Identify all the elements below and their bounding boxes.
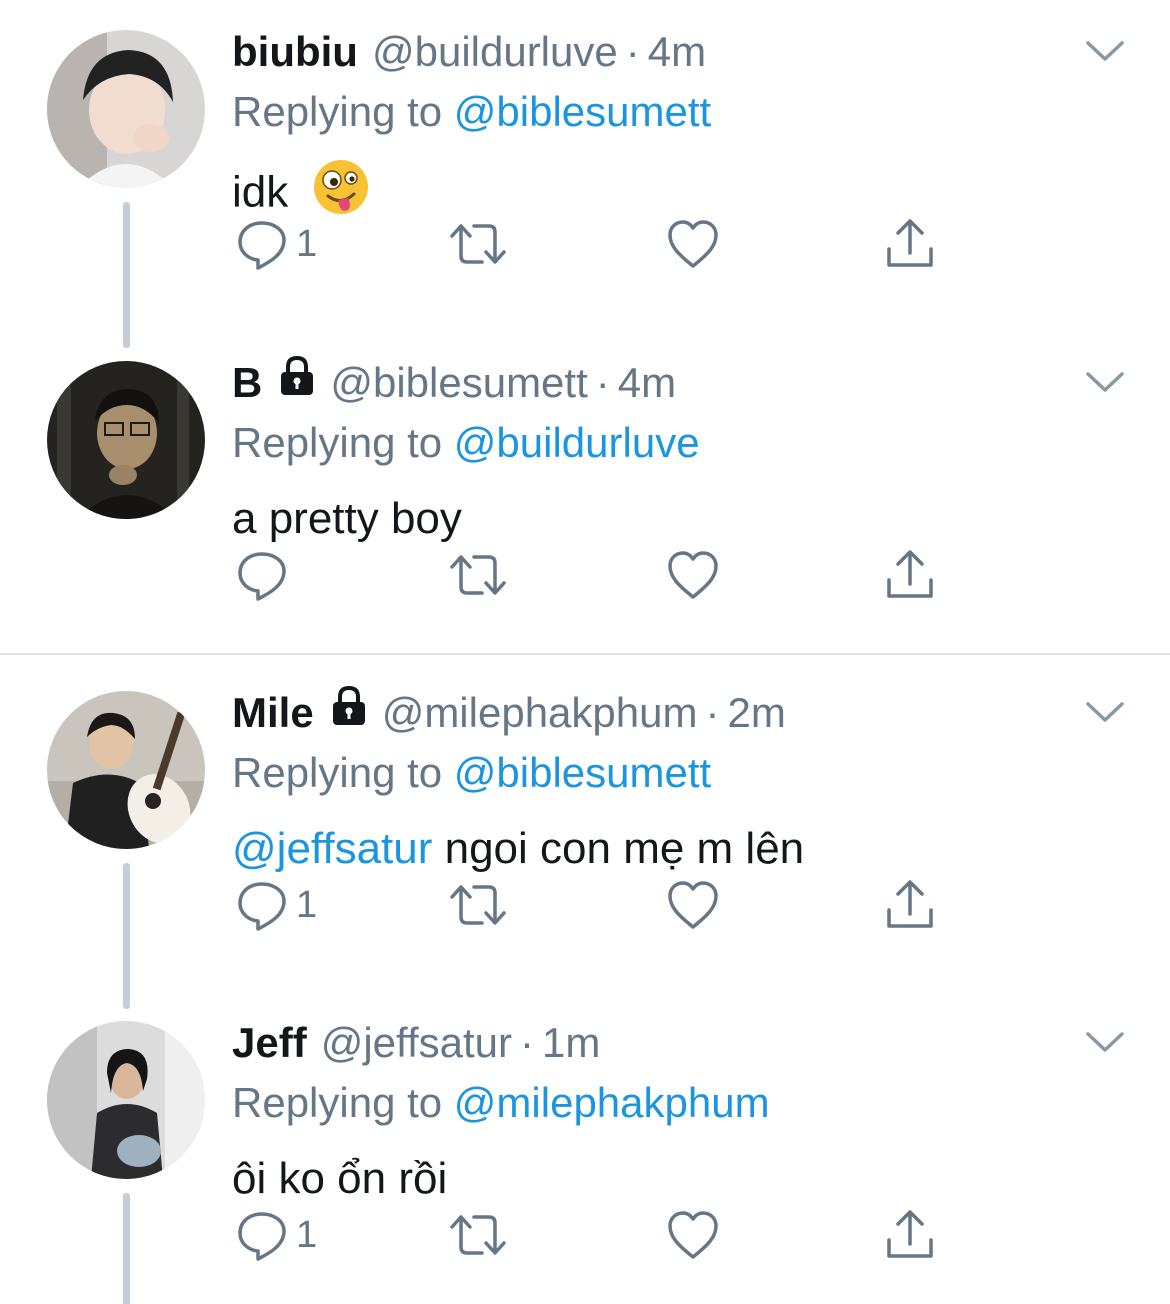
share-button[interactable]: [884, 875, 936, 935]
username-handle[interactable]: @milephakphum: [382, 685, 698, 741]
tweet-body: ôi ko ổn rồi: [232, 1154, 448, 1203]
retweet-button[interactable]: [448, 545, 508, 605]
chevron-down-icon[interactable]: [1086, 371, 1124, 393]
display-name[interactable]: Mile: [232, 685, 314, 741]
replying-to-mention[interactable]: @biblesumett: [454, 749, 711, 796]
like-icon: [668, 881, 718, 929]
share-icon: [887, 1210, 933, 1258]
replying-to-line: Replying to @biblesumett: [232, 745, 711, 801]
separator-dot: ·: [705, 689, 720, 736]
reply-count: 1: [296, 1213, 318, 1256]
tweet-actions: 1: [232, 214, 952, 274]
like-icon: [668, 1211, 718, 1259]
tweet-body: idk: [232, 167, 289, 217]
retweet-button[interactable]: [448, 875, 508, 935]
username-handle[interactable]: @buildurluve: [372, 24, 618, 80]
share-icon: [887, 219, 933, 267]
display-name[interactable]: Jeff: [232, 1015, 307, 1071]
share-icon: [887, 880, 933, 928]
replying-to-line: Replying to @biblesumett: [232, 84, 711, 140]
avatar[interactable]: [47, 361, 205, 519]
username-handle[interactable]: @jeffsatur: [321, 1015, 512, 1071]
like-button[interactable]: [666, 875, 720, 935]
replying-label: Replying to: [232, 1079, 443, 1126]
tweet-text: ôi ko ổn rồi: [232, 1149, 447, 1209]
tweet-header: Jeff @jeffsatur · 1m: [232, 1015, 600, 1071]
like-icon: [668, 551, 718, 599]
avatar[interactable]: [47, 1021, 205, 1179]
display-name[interactable]: biubiu: [232, 24, 358, 80]
thread-connector: [123, 1193, 130, 1304]
timestamp[interactable]: 1m: [542, 1015, 600, 1071]
share-button[interactable]: [884, 214, 936, 274]
timestamp[interactable]: 4m: [618, 355, 676, 411]
tweet-actions: 1: [232, 875, 952, 935]
separator-dot: ·: [519, 1019, 534, 1066]
tweet-body: a pretty boy: [232, 494, 462, 543]
retweet-icon: [450, 224, 506, 264]
avatar[interactable]: [47, 691, 205, 849]
reply-icon: [238, 1212, 286, 1261]
replying-label: Replying to: [232, 88, 443, 135]
reply-count: 1: [296, 883, 318, 926]
display-name[interactable]: B: [232, 355, 262, 411]
chevron-down-icon[interactable]: [1086, 701, 1124, 723]
reply-icon: [238, 552, 286, 601]
tweet-header: Mile @milephakphum · 2m: [232, 685, 786, 741]
tweet-mention[interactable]: @jeffsatur: [232, 824, 432, 873]
thread-connector: [123, 863, 130, 1009]
retweet-button[interactable]: [448, 1205, 508, 1265]
tweet-header: biubiu @buildurluve · 4m: [232, 24, 706, 80]
retweet-button[interactable]: [448, 214, 508, 274]
replying-to-line: Replying to @buildurluve: [232, 415, 700, 471]
replying-label: Replying to: [232, 749, 443, 796]
share-icon: [887, 550, 933, 598]
reply-count: 1: [296, 222, 318, 265]
tweet-body: ngoi con mẹ m lên: [432, 824, 805, 873]
retweet-icon: [450, 555, 506, 595]
like-button[interactable]: [666, 214, 720, 274]
like-button[interactable]: [666, 1205, 720, 1265]
lock-icon: [276, 355, 318, 411]
share-button[interactable]: [884, 1205, 936, 1265]
avatar[interactable]: [47, 30, 205, 188]
retweet-icon: [450, 1215, 506, 1255]
reply-icon: [238, 882, 286, 931]
tweet-actions: 1: [232, 1205, 952, 1265]
timestamp[interactable]: 4m: [648, 24, 706, 80]
reply-button[interactable]: [236, 545, 296, 605]
tweet-b[interactable]: B @biblesumett · 4m Replying to @buildur…: [0, 331, 1170, 653]
tweet-biubiu[interactable]: biubiu @buildurluve · 4m Replying to @bi…: [0, 0, 1170, 348]
replying-to-mention[interactable]: @buildurluve: [454, 419, 700, 466]
tweet-actions: [232, 545, 952, 605]
reply-button[interactable]: 1: [236, 214, 317, 274]
lock-icon: [328, 685, 370, 741]
replying-to-line: Replying to @milephakphum: [232, 1075, 770, 1131]
tweet-jeff[interactable]: Jeff @jeffsatur · 1m Replying to @mileph…: [0, 991, 1170, 1304]
reply-button[interactable]: 1: [236, 875, 317, 935]
reply-button[interactable]: 1: [236, 1205, 317, 1265]
replying-to-mention[interactable]: @biblesumett: [454, 88, 711, 135]
retweet-icon: [450, 885, 506, 925]
chevron-down-icon[interactable]: [1086, 40, 1124, 62]
separator-dot: ·: [625, 28, 640, 75]
like-icon: [668, 220, 718, 268]
chevron-down-icon[interactable]: [1086, 1031, 1124, 1053]
tweet-mile[interactable]: Mile @milephakphum · 2m Replying to @bib…: [0, 661, 1170, 1009]
reply-icon: [238, 221, 286, 270]
thread-connector: [123, 202, 130, 348]
like-button[interactable]: [666, 545, 720, 605]
timestamp[interactable]: 2m: [727, 685, 785, 741]
reply-thread-feed: biubiu @buildurluve · 4m Replying to @bi…: [0, 0, 1170, 1304]
conversation-divider: [0, 653, 1170, 655]
separator-dot: ·: [595, 359, 610, 406]
replying-label: Replying to: [232, 419, 443, 466]
tweet-text: @jeffsatur ngoi con mẹ m lên: [232, 819, 804, 879]
replying-to-mention[interactable]: @milephakphum: [454, 1079, 770, 1126]
tweet-header: B @biblesumett · 4m: [232, 355, 676, 411]
username-handle[interactable]: @biblesumett: [330, 355, 587, 411]
tweet-text: a pretty boy: [232, 489, 462, 549]
share-button[interactable]: [884, 545, 936, 605]
